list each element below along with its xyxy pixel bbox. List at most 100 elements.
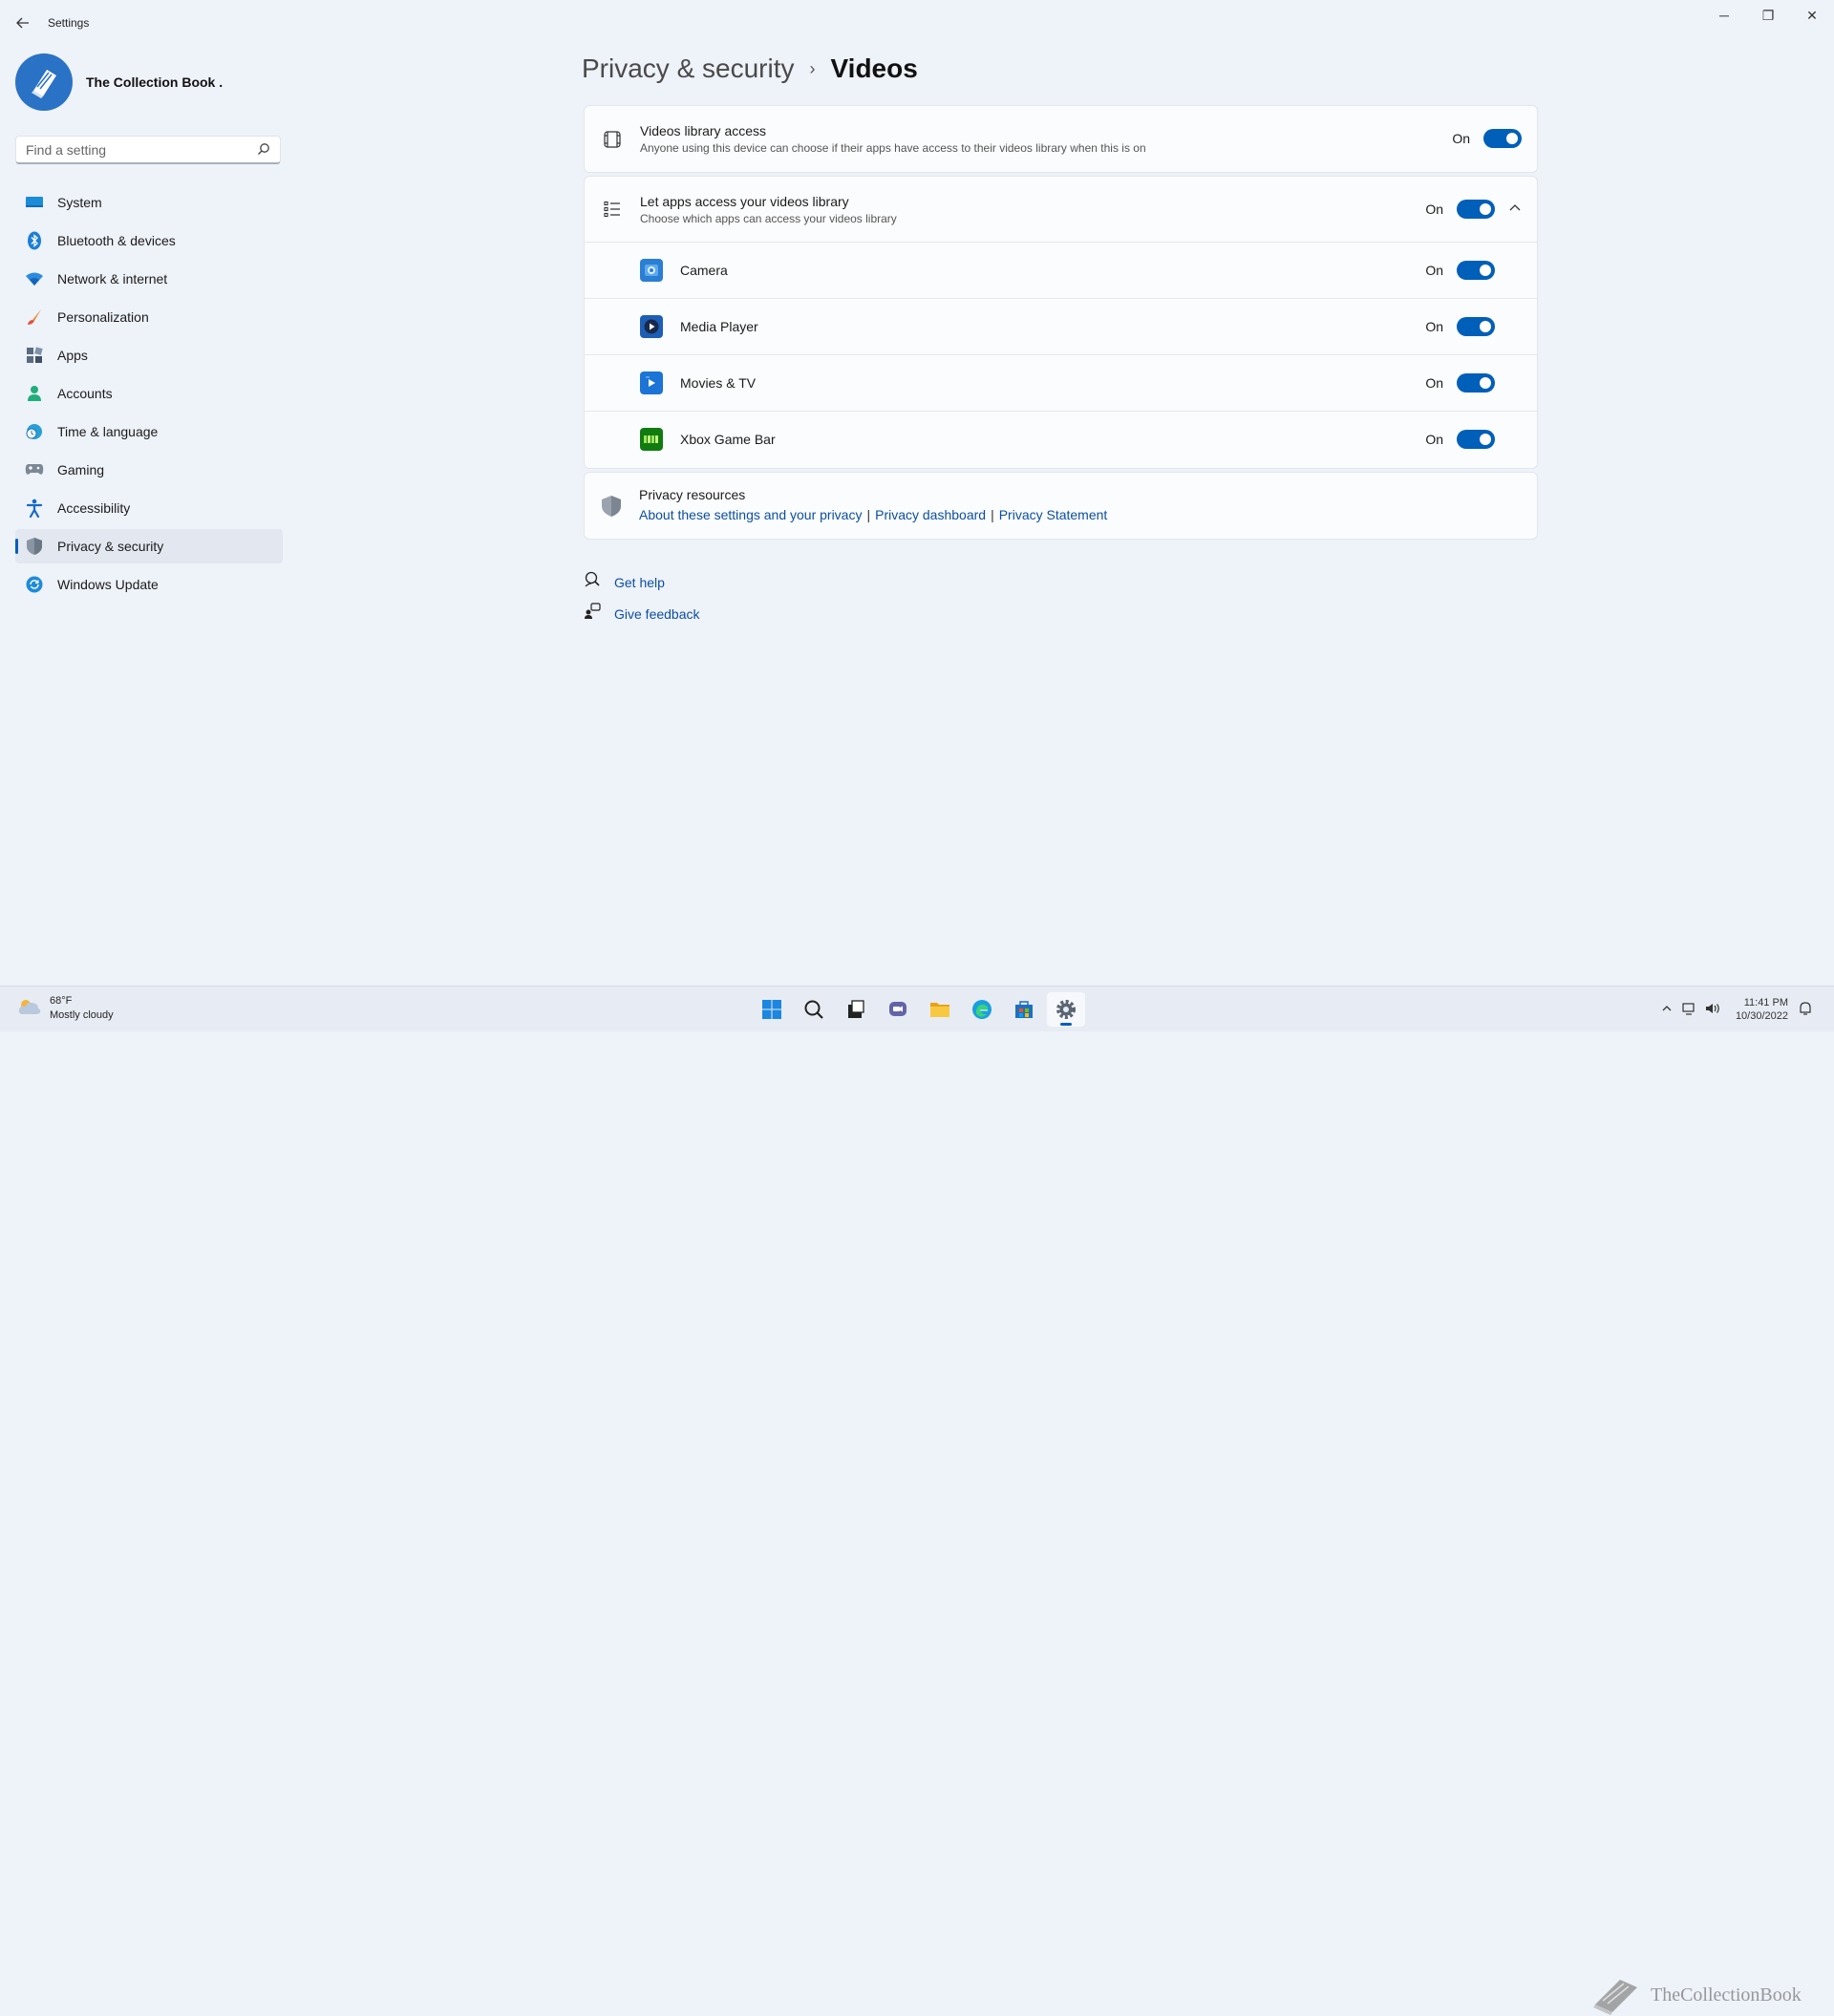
videos-library-access-toggle-group: On (1452, 129, 1522, 148)
app-label: Xbox Game Bar (680, 432, 776, 447)
privacy-resources-title: Privacy resources (639, 487, 746, 502)
movies-tv-toggle[interactable] (1457, 373, 1495, 393)
toggle-state-label: On (1425, 432, 1443, 447)
about-settings-link[interactable]: About these settings and your privacy (639, 507, 862, 522)
get-help-icon (584, 571, 601, 593)
videos-library-access-toggle[interactable] (1483, 129, 1522, 148)
give-feedback-link[interactable]: Give feedback (614, 606, 700, 622)
weather-widget[interactable]: 68°F Mostly cloudy (17, 994, 114, 1023)
media-player-app-icon (640, 315, 663, 338)
app-row-xbox-game-bar: Xbox Game Bar On (585, 411, 1537, 467)
edge-browser-button[interactable] (963, 992, 1001, 1027)
minimize-button[interactable]: ─ (1702, 0, 1746, 31)
privacy-resources-row: Privacy resources About these settings a… (585, 473, 1537, 539)
privacy-statement-link[interactable]: Privacy Statement (999, 507, 1108, 522)
task-view-button[interactable] (837, 992, 875, 1027)
settings-button[interactable] (1047, 992, 1085, 1027)
clock[interactable]: 11:41 PM 10/30/2022 (1736, 996, 1788, 1023)
toggle-state-label: On (1425, 375, 1443, 391)
clock-date: 10/30/2022 (1735, 1010, 1788, 1022)
volume-icon[interactable] (1705, 1002, 1722, 1018)
page-title: Videos (830, 53, 918, 83)
videos-library-access-subtitle: Anyone using this device can choose if t… (640, 141, 1146, 155)
sidebar-item-apps[interactable]: Apps (15, 338, 283, 372)
person-icon (25, 384, 44, 403)
breadcrumb: Privacy & security › Videos (582, 53, 918, 84)
toggle-state-label: On (1452, 131, 1470, 146)
teams-chat-button[interactable] (879, 992, 917, 1027)
book-icon (32, 70, 56, 98)
get-help-link[interactable]: Get help (614, 575, 665, 590)
app-label: Camera (680, 263, 728, 278)
sidebar-item-system[interactable]: System (15, 185, 283, 220)
sidebar-item-network[interactable]: Network & internet (15, 262, 283, 296)
network-icon[interactable] (1682, 1002, 1697, 1018)
wifi-icon (25, 269, 44, 288)
maximize-button[interactable]: ❐ (1746, 0, 1790, 31)
camera-toggle-group: On (1425, 261, 1495, 280)
apps-access-subtitle: Choose which apps can access your videos… (640, 211, 897, 225)
app-row-media-player: Media Player On (585, 298, 1537, 354)
chevron-up-icon[interactable] (1508, 202, 1522, 220)
breadcrumb-parent[interactable]: Privacy & security (582, 53, 795, 84)
sidebar-item-accounts[interactable]: Accounts (15, 376, 283, 411)
xbox-game-bar-toggle-group: On (1425, 430, 1495, 449)
sidebar-item-accessibility[interactable]: Accessibility (15, 491, 283, 525)
search-box[interactable] (15, 136, 281, 164)
watermark-text: TheCollectionBook (1651, 1984, 1802, 2005)
sidebar-item-label: Apps (57, 348, 88, 363)
accessibility-icon (25, 499, 44, 518)
close-button[interactable]: ✕ (1790, 0, 1834, 31)
bluetooth-icon (25, 231, 44, 250)
sidebar-item-personalization[interactable]: Personalization (15, 300, 283, 334)
store-button[interactable] (1005, 992, 1043, 1027)
clock-time: 11:41 PM (1743, 997, 1788, 1008)
weather-temp: 68°F (50, 995, 73, 1007)
taskbar-search-button[interactable] (795, 992, 833, 1027)
sidebar-item-label: Gaming (57, 462, 105, 477)
toggle-state-label: On (1425, 202, 1443, 217)
camera-app-icon (640, 259, 663, 282)
sidebar-item-bluetooth[interactable]: Bluetooth & devices (15, 223, 283, 258)
update-icon (25, 575, 44, 594)
edge-icon (972, 1000, 992, 1019)
movies-tv-app-icon (640, 371, 663, 394)
media-player-toggle[interactable] (1457, 317, 1495, 336)
privacy-dashboard-link[interactable]: Privacy dashboard (875, 507, 986, 522)
sidebar-item-gaming[interactable]: Gaming (15, 453, 283, 487)
apps-access-toggle[interactable] (1457, 200, 1495, 219)
back-arrow-icon[interactable] (13, 13, 32, 32)
videos-library-access-card: Videos library access Anyone using this … (584, 105, 1538, 173)
get-help-row[interactable]: Get help (584, 571, 665, 593)
file-explorer-button[interactable] (921, 992, 959, 1027)
profile-name: The Collection Book . (86, 74, 224, 90)
task-view-icon (848, 1000, 864, 1018)
chat-icon (889, 1002, 906, 1016)
app-label: Media Player (680, 319, 758, 334)
toggle-state-label: On (1425, 263, 1443, 278)
xbox-game-bar-toggle[interactable] (1457, 430, 1495, 449)
search-input[interactable] (16, 137, 257, 163)
sidebar-item-label: Privacy & security (57, 539, 164, 554)
give-feedback-row[interactable]: Give feedback (584, 603, 700, 625)
camera-toggle[interactable] (1457, 261, 1495, 280)
chevron-up-icon[interactable] (1661, 1003, 1673, 1017)
apps-access-card: Let apps access your videos library Choo… (584, 176, 1538, 469)
clock-globe-icon (25, 422, 44, 441)
apps-access-row[interactable]: Let apps access your videos library Choo… (585, 177, 1537, 242)
profile[interactable]: The Collection Book . (15, 53, 223, 111)
title-bar: Settings ─ ❐ ✕ (0, 0, 1834, 46)
search-icon[interactable] (257, 142, 270, 160)
sidebar-item-label: Time & language (57, 424, 159, 439)
notification-icon[interactable] (1798, 1001, 1813, 1019)
video-film-icon (602, 129, 623, 150)
apps-icon (25, 346, 44, 365)
sidebar-item-windows-update[interactable]: Windows Update (15, 567, 283, 602)
search-icon (804, 1000, 823, 1019)
apps-access-title: Let apps access your videos library (640, 193, 849, 209)
sidebar-item-privacy-security[interactable]: Privacy & security (15, 529, 283, 563)
link-separator: | (991, 507, 994, 522)
sidebar-item-label: Network & internet (57, 271, 168, 286)
start-button[interactable] (753, 992, 791, 1027)
sidebar-item-time-language[interactable]: Time & language (15, 414, 283, 449)
